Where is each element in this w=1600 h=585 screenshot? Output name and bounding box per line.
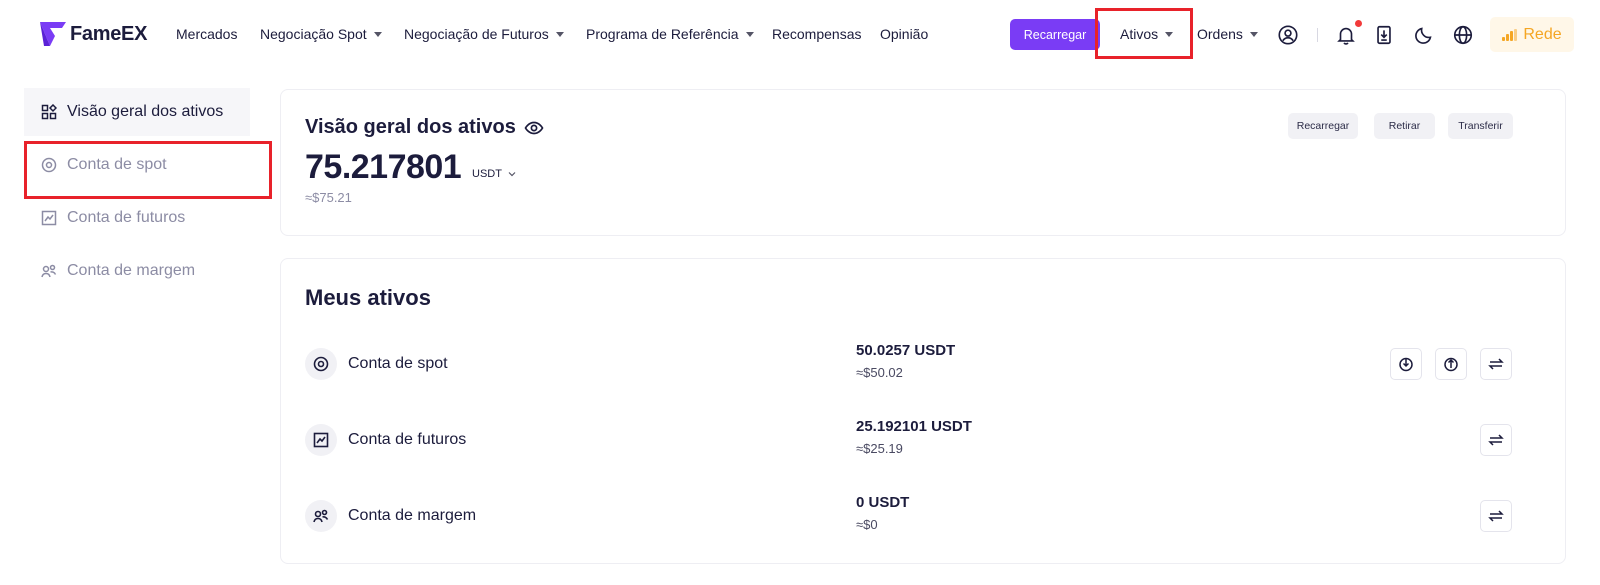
network-label: Rede	[1523, 25, 1562, 43]
asset-row-margin: Conta de margem 0 USDT ≈$0	[281, 486, 1567, 546]
futures-account-icon	[41, 210, 57, 226]
caret-down-icon	[745, 31, 754, 37]
nav-label: Negociação Spot	[260, 26, 367, 42]
overview-transfer-button[interactable]: Transferir	[1448, 113, 1513, 139]
nav-label: Recompensas	[772, 26, 862, 42]
nav-feedback[interactable]: Opinião	[880, 26, 928, 42]
brand-logo[interactable]: FameEX	[40, 22, 147, 46]
asset-row-amount: 0 USDT	[856, 494, 910, 511]
asset-row-fiat: ≈$50.02	[856, 365, 903, 380]
transfer-icon[interactable]	[1480, 348, 1512, 380]
recharge-button[interactable]: Recarregar	[1010, 19, 1100, 50]
withdraw-icon[interactable]	[1435, 348, 1467, 380]
orders-menu[interactable]: Ordens	[1197, 26, 1258, 42]
header-divider	[1317, 28, 1318, 42]
logo-icon	[40, 22, 66, 46]
sidebar-item-label: Conta de futuros	[67, 209, 186, 226]
overview-title-text: Visão geral dos ativos	[305, 116, 516, 138]
nav-label: Opinião	[880, 26, 929, 42]
caret-down-icon	[555, 31, 564, 37]
assets-menu-label: Ativos	[1120, 26, 1159, 42]
caret-down-icon	[1165, 31, 1174, 37]
total-fiat-value: ≈$75.21	[305, 190, 352, 205]
moon-icon[interactable]	[1412, 23, 1436, 47]
asset-row-futures: Conta de futuros 25.192101 USDT ≈$25.19	[281, 410, 1567, 470]
nav-label: Programa de Referência	[586, 26, 739, 42]
transfer-icon[interactable]	[1480, 424, 1512, 456]
transfer-icon[interactable]	[1480, 500, 1512, 532]
network-button[interactable]: Rede	[1490, 17, 1574, 52]
nav-futures-trading[interactable]: Negociação de Futuros	[404, 26, 564, 42]
futures-account-icon	[305, 424, 337, 456]
asset-row-name: Conta de margem	[348, 507, 477, 524]
eye-icon[interactable]	[524, 118, 544, 138]
asset-overview-card: Visão geral dos ativos 75.217801 USDT ≈$…	[280, 89, 1566, 236]
sidebar-item-futures[interactable]: Conta de futuros	[24, 194, 250, 242]
caret-down-icon	[1249, 31, 1258, 37]
my-assets-title: Meus ativos	[305, 285, 431, 310]
caret-down-icon	[373, 31, 382, 37]
top-navbar: FameEX Mercados Negociação Spot Negociaç…	[0, 0, 1600, 70]
signal-bars-icon	[1502, 28, 1518, 41]
nav-mercados[interactable]: Mercados	[176, 26, 237, 42]
globe-icon[interactable]	[1451, 23, 1475, 47]
asset-row-name: Conta de spot	[348, 355, 448, 372]
currency-label: USDT	[472, 168, 502, 180]
bell-icon[interactable]	[1334, 23, 1358, 47]
assets-menu[interactable]: Ativos	[1120, 26, 1174, 42]
spot-account-icon	[305, 348, 337, 380]
overview-grid-icon	[41, 104, 57, 120]
asset-row-amount: 50.0257 USDT	[856, 342, 956, 359]
sidebar-item-overview[interactable]: Visão geral dos ativos	[24, 88, 250, 136]
nav-label: Mercados	[176, 26, 238, 42]
nav-spot-trading[interactable]: Negociação Spot	[260, 26, 382, 42]
chevron-down-icon	[508, 172, 516, 177]
overview-title: Visão geral dos ativos	[305, 116, 544, 139]
my-assets-card: Meus ativos Conta de spot 50.0257 USDT ≈…	[280, 258, 1566, 564]
currency-selector[interactable]: USDT	[472, 168, 517, 180]
sidebar-item-label: Conta de margem	[67, 262, 196, 279]
margin-account-icon	[41, 263, 57, 279]
asset-row-amount: 25.192101 USDT	[856, 418, 972, 435]
asset-row-name: Conta de futuros	[348, 431, 467, 448]
download-icon[interactable]	[1372, 23, 1396, 47]
total-balance: 75.217801	[305, 148, 462, 186]
deposit-icon[interactable]	[1390, 348, 1422, 380]
nav-label: Negociação de Futuros	[404, 26, 549, 42]
asset-row-fiat: ≈$0	[856, 517, 878, 532]
sidebar-item-label: Visão geral dos ativos	[67, 103, 224, 120]
user-icon[interactable]	[1276, 23, 1300, 47]
asset-row-fiat: ≈$25.19	[856, 441, 903, 456]
brand-name: FameEX	[70, 22, 148, 45]
notification-dot	[1355, 20, 1362, 27]
orders-menu-label: Ordens	[1197, 26, 1243, 42]
asset-row-spot: Conta de spot 50.0257 USDT ≈$50.02	[281, 334, 1567, 394]
overview-recharge-button[interactable]: Recarregar	[1288, 113, 1358, 139]
margin-account-icon	[305, 500, 337, 532]
nav-rewards[interactable]: Recompensas	[772, 26, 862, 42]
sidebar-item-margin[interactable]: Conta de margem	[24, 247, 250, 295]
highlight-box-spot	[24, 141, 272, 199]
nav-referral-program[interactable]: Programa de Referência	[586, 26, 754, 42]
overview-withdraw-button[interactable]: Retirar	[1374, 113, 1435, 139]
